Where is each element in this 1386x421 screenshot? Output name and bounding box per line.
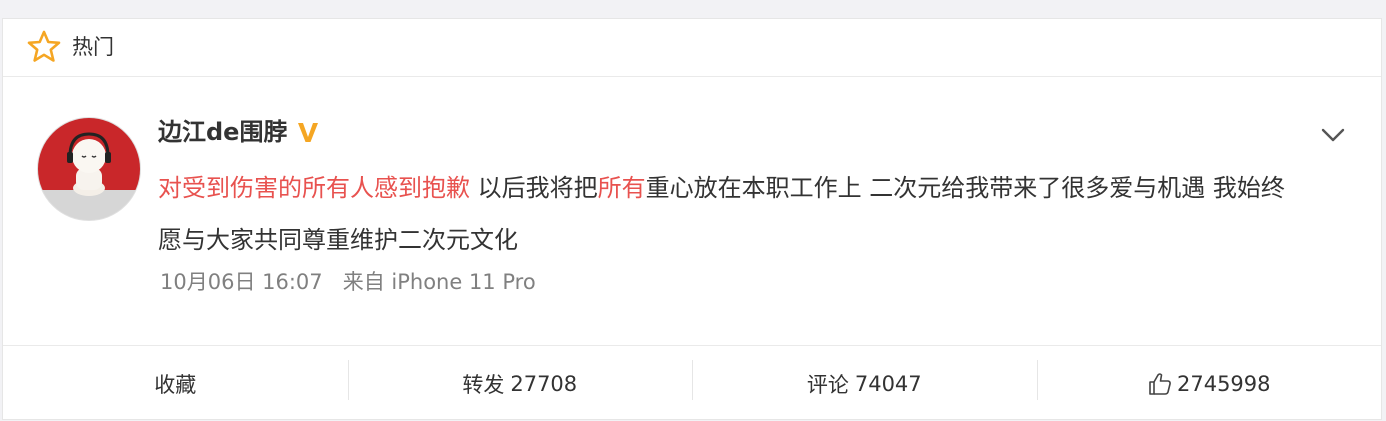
avatar-image <box>38 118 140 220</box>
source-link[interactable]: iPhone 11 Pro <box>391 270 535 294</box>
post-meta: 10月06日 16:07 来自 iPhone 11 Pro <box>160 267 536 297</box>
favorite-button[interactable]: 收藏 <box>3 346 348 421</box>
like-button[interactable]: 2745998 <box>1036 346 1382 421</box>
card-header: 热门 <box>3 19 1381 77</box>
post-text-segment: 对受到伤害的所有人感到抱歉 <box>158 174 470 202</box>
comment-button[interactable]: 评论 74047 <box>692 346 1037 421</box>
repost-button[interactable]: 转发 27708 <box>347 346 693 421</box>
source-prefix: 来自 <box>342 270 385 294</box>
comment-count: 74047 <box>854 371 922 396</box>
post-text-segment: 所有 <box>597 174 646 202</box>
author-name[interactable]: 边江de围脖 <box>158 115 287 149</box>
avatar[interactable] <box>37 117 141 221</box>
repost-label: 转发 <box>462 372 505 397</box>
like-count: 2745998 <box>1176 371 1271 396</box>
verified-v-icon <box>298 123 319 142</box>
header-label: 热门 <box>72 35 114 59</box>
thumbs-up-icon <box>1149 372 1171 395</box>
post-text-segment: 以后我将把 <box>470 174 598 202</box>
action-bar: 收藏 转发 27708 评论 74047 2745998 <box>3 345 1381 421</box>
star-icon <box>27 30 61 62</box>
author-row: 边江de围脖 <box>158 115 321 149</box>
feed-card: 热门 边江de围脖 对受到伤害的所有人感到抱歉 以后我将把所有重心放在本职工作上… <box>2 18 1382 420</box>
post-timestamp[interactable]: 10月06日 16:07 <box>160 270 323 294</box>
repost-count: 27708 <box>510 371 578 396</box>
comment-label: 评论 <box>806 372 849 397</box>
post-text: 对受到伤害的所有人感到抱歉 以后我将把所有重心放在本职工作上 二次元给我带来了很… <box>158 162 1308 266</box>
favorite-label: 收藏 <box>154 372 197 397</box>
chevron-down-icon[interactable] <box>1319 123 1347 147</box>
